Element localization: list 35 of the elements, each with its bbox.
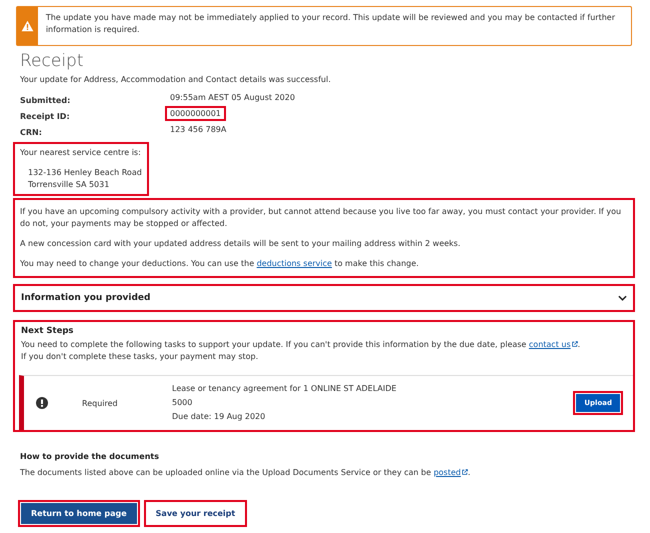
task-due-date: Due date: 19 Aug 2020 bbox=[172, 411, 266, 423]
external-link-icon bbox=[572, 341, 578, 347]
warning-icon bbox=[20, 20, 34, 32]
exclamation-icon bbox=[36, 397, 48, 409]
detail-label: CRN: bbox=[20, 127, 43, 137]
success-message: Your update for Address, Accommodation and Contact details was successful. bbox=[20, 74, 332, 86]
next-steps-intro: You need to complete the following tasks to support your update. If you can't provide this information by the due date, please contact us . bbox=[21, 339, 582, 351]
detail-label: Receipt ID: bbox=[20, 111, 71, 121]
page-title: Receipt bbox=[20, 50, 84, 72]
detail-value: 09:55am AEST 05 August 2020 bbox=[169, 92, 296, 103]
alert-text: The update you have made may not be immediately applied to your record. This update will be reviewed and you may be contacted if further information is required. bbox=[44, 12, 616, 36]
notice-paragraph: A new concession card with your updated address details will be sent to your mailing address within 2 weeks. bbox=[20, 238, 462, 250]
next-steps-title: Next Steps bbox=[21, 326, 74, 336]
detail-value: 123 456 789A bbox=[169, 124, 228, 135]
save-receipt-button[interactable]: Save your receipt bbox=[146, 502, 246, 525]
posted-link[interactable]: posted bbox=[434, 468, 468, 477]
detail-label: Submitted: bbox=[20, 95, 72, 105]
notice-paragraph: If you have an upcoming compulsory activity with a provider, but cannot attend because you live too far away, you must contact your provider. If you do not, your payments may be stopped or affected. bbox=[20, 206, 622, 230]
home-button[interactable]: Return to home page bbox=[20, 502, 138, 525]
task-postcode: 5000 bbox=[172, 397, 194, 409]
task-status: Required bbox=[82, 398, 119, 408]
service-centre-heading: Your nearest service centre is: bbox=[20, 147, 142, 159]
external-link-icon bbox=[462, 469, 468, 475]
next-steps-note: If you don't complete these tasks, your payment may stop. bbox=[21, 351, 260, 363]
chevron-icon bbox=[618, 295, 627, 301]
accordion-header[interactable]: Information you provided bbox=[15, 286, 633, 310]
address-line: 132-136 Henley Beach Road bbox=[27, 167, 142, 179]
address-line: Torrensville SA 5031 bbox=[27, 179, 110, 191]
notice-paragraph: You may need to change your deductions. You can use the deductions service to make this change. bbox=[20, 258, 420, 270]
task-description: Lease or tenancy agreement for 1 ONLINE ST ADELAIDE bbox=[172, 383, 398, 395]
detail-value: 0000000001 bbox=[167, 108, 224, 119]
deductions-link[interactable]: deductions service bbox=[256, 259, 332, 268]
contact-link[interactable]: contact us bbox=[528, 340, 578, 349]
how-to-text: The documents listed above can be uploaded online via the Upload Documents Service or they can be posted . bbox=[20, 467, 472, 479]
how-to-heading: How to provide the documents bbox=[20, 452, 160, 461]
